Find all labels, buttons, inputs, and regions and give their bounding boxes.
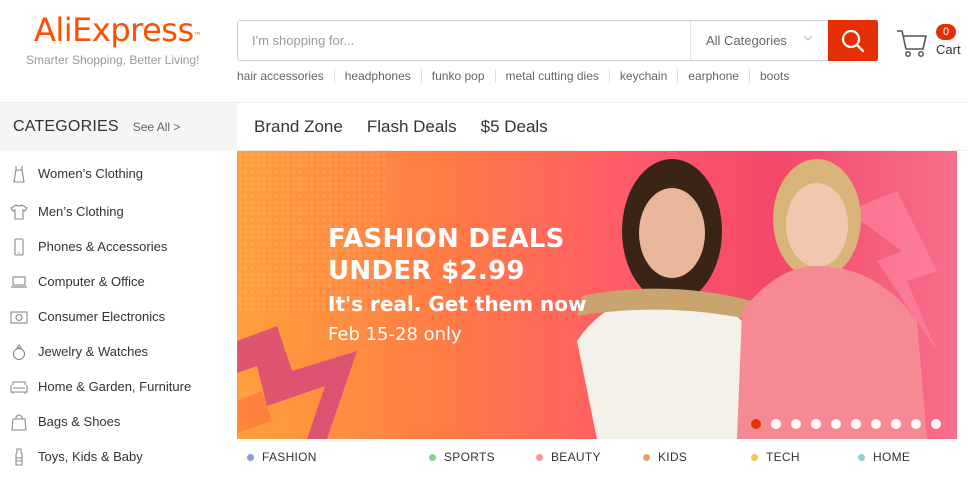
tab-label: HOME <box>873 450 911 464</box>
category-label: Women’s Clothing <box>38 166 144 181</box>
tab-dot <box>536 453 543 461</box>
laptop-icon <box>10 273 28 291</box>
category-sidebar: Women’s Clothing Men’s Clothing Phones &… <box>0 151 237 477</box>
tab-label: SPORTS <box>444 450 495 464</box>
category-jewelry-watches[interactable]: Jewelry & Watches <box>0 334 237 369</box>
carousel-dot[interactable] <box>931 419 941 429</box>
tab-dot <box>247 453 254 461</box>
carousel-dot[interactable] <box>751 419 761 429</box>
carousel-dot[interactable] <box>871 419 881 429</box>
nav-flash-deals[interactable]: Flash Deals <box>367 117 457 137</box>
carousel-dot[interactable] <box>831 419 841 429</box>
hot-word-link[interactable]: earphone <box>677 69 749 83</box>
hot-word-link[interactable]: boots <box>748 69 799 83</box>
category-mens-clothing[interactable]: Men’s Clothing <box>0 194 237 229</box>
category-select[interactable]: All Categories <box>690 21 828 60</box>
tab-dot <box>751 453 758 461</box>
cart-button[interactable]: 0 Cart <box>896 24 964 64</box>
carousel-dot[interactable] <box>771 419 781 429</box>
see-all-link[interactable]: See All > <box>133 120 181 134</box>
carousel-dots <box>741 419 941 429</box>
category-label: Toys, Kids & Baby <box>38 449 143 464</box>
category-phones-accessories[interactable]: Phones & Accessories <box>0 229 237 264</box>
nav-links: Brand Zone Flash Deals $5 Deals <box>254 103 572 151</box>
tab-tech[interactable]: TECH <box>751 450 800 464</box>
bag-icon <box>10 413 28 431</box>
nav-brand-zone[interactable]: Brand Zone <box>254 117 343 137</box>
ring-icon <box>10 343 28 361</box>
carousel-dot[interactable] <box>791 419 801 429</box>
tab-kids[interactable]: KIDS <box>643 450 687 464</box>
category-computer-office[interactable]: Computer & Office <box>0 264 237 299</box>
hot-word-link[interactable]: headphones <box>333 69 421 83</box>
search-button[interactable] <box>828 20 878 61</box>
logo-tagline: Smarter Shopping, Better Living! <box>26 53 200 67</box>
tab-dot <box>643 453 650 461</box>
category-home-garden-furniture[interactable]: Home & Garden, Furniture <box>0 369 237 404</box>
category-womens-clothing[interactable]: Women’s Clothing <box>0 156 237 191</box>
category-bags-shoes[interactable]: Bags & Shoes <box>0 404 237 439</box>
category-label: Bags & Shoes <box>38 414 121 429</box>
tab-label: FASHION <box>262 450 317 464</box>
hot-word-link[interactable]: keychain <box>608 69 677 83</box>
banner-line-2: UNDER $2.99 <box>328 256 525 286</box>
tab-fashion[interactable]: FASHION <box>247 450 317 464</box>
carousel-dot[interactable] <box>911 419 921 429</box>
category-label: Computer & Office <box>38 274 145 289</box>
shirt-icon <box>10 203 28 221</box>
category-select-value: All Categories <box>706 33 787 48</box>
categories-header: CATEGORIES See All > <box>0 103 237 151</box>
search-bar: All Categories <box>237 20 878 61</box>
sofa-icon <box>10 378 28 396</box>
tab-beauty[interactable]: BEAUTY <box>536 450 601 464</box>
promo-banner[interactable]: FASHION DEALS UNDER $2.99 It's real. Get… <box>237 151 957 439</box>
category-consumer-electronics[interactable]: Consumer Electronics <box>0 299 237 334</box>
tab-label: BEAUTY <box>551 450 601 464</box>
dress-icon <box>10 165 28 183</box>
search-icon <box>841 29 865 52</box>
tab-label: TECH <box>766 450 800 464</box>
category-toys-kids-baby[interactable]: Toys, Kids & Baby <box>0 439 237 474</box>
banner-headline: FASHION DEALS UNDER $2.99 It's real. Get… <box>328 223 586 347</box>
cart-icon <box>897 30 927 57</box>
categories-title: CATEGORIES <box>13 118 119 135</box>
carousel-dot[interactable] <box>851 419 861 429</box>
hot-word-link[interactable]: hair accessories <box>237 69 334 83</box>
hot-search-words: hair accessories headphones funko pop me… <box>237 69 799 83</box>
chevron-down-icon <box>803 35 813 41</box>
camera-icon <box>10 308 28 326</box>
tab-sports[interactable]: SPORTS <box>429 450 495 464</box>
nav-5-deals[interactable]: $5 Deals <box>481 117 548 137</box>
category-label: Men’s Clothing <box>38 204 124 219</box>
tab-label: KIDS <box>658 450 688 464</box>
category-label: Phones & Accessories <box>38 239 168 254</box>
main-nav: CATEGORIES See All > Brand Zone Flash De… <box>0 102 968 151</box>
cart-label: Cart <box>936 42 961 57</box>
carousel-dot[interactable] <box>891 419 901 429</box>
tab-dot <box>858 453 865 461</box>
search-input[interactable] <box>238 21 690 60</box>
bottle-icon <box>10 447 28 466</box>
banner-line-4: Feb 15-28 only <box>328 324 462 345</box>
tab-home[interactable]: HOME <box>858 450 910 464</box>
hot-word-link[interactable]: metal cutting dies <box>494 69 609 83</box>
hot-word-link[interactable]: funko pop <box>420 69 495 83</box>
channel-tabs: FASHION SPORTS BEAUTY KIDS TECH HOME <box>237 443 968 473</box>
aliexpress-logo[interactable]: AliExpress™ Smarter Shopping, Better Liv… <box>26 10 204 67</box>
banner-line-3: It's real. Get them now <box>328 292 587 316</box>
cart-count-badge: 0 <box>936 24 956 40</box>
category-label: Home & Garden, Furniture <box>38 379 192 394</box>
category-label: Consumer Electronics <box>38 309 166 324</box>
banner-line-1: FASHION DEALS <box>328 224 565 254</box>
tab-dot <box>429 453 436 461</box>
logo-wordmark: AliExpress™ <box>34 11 202 49</box>
phone-icon <box>10 237 28 256</box>
carousel-dot[interactable] <box>811 419 821 429</box>
category-label: Jewelry & Watches <box>38 344 149 359</box>
